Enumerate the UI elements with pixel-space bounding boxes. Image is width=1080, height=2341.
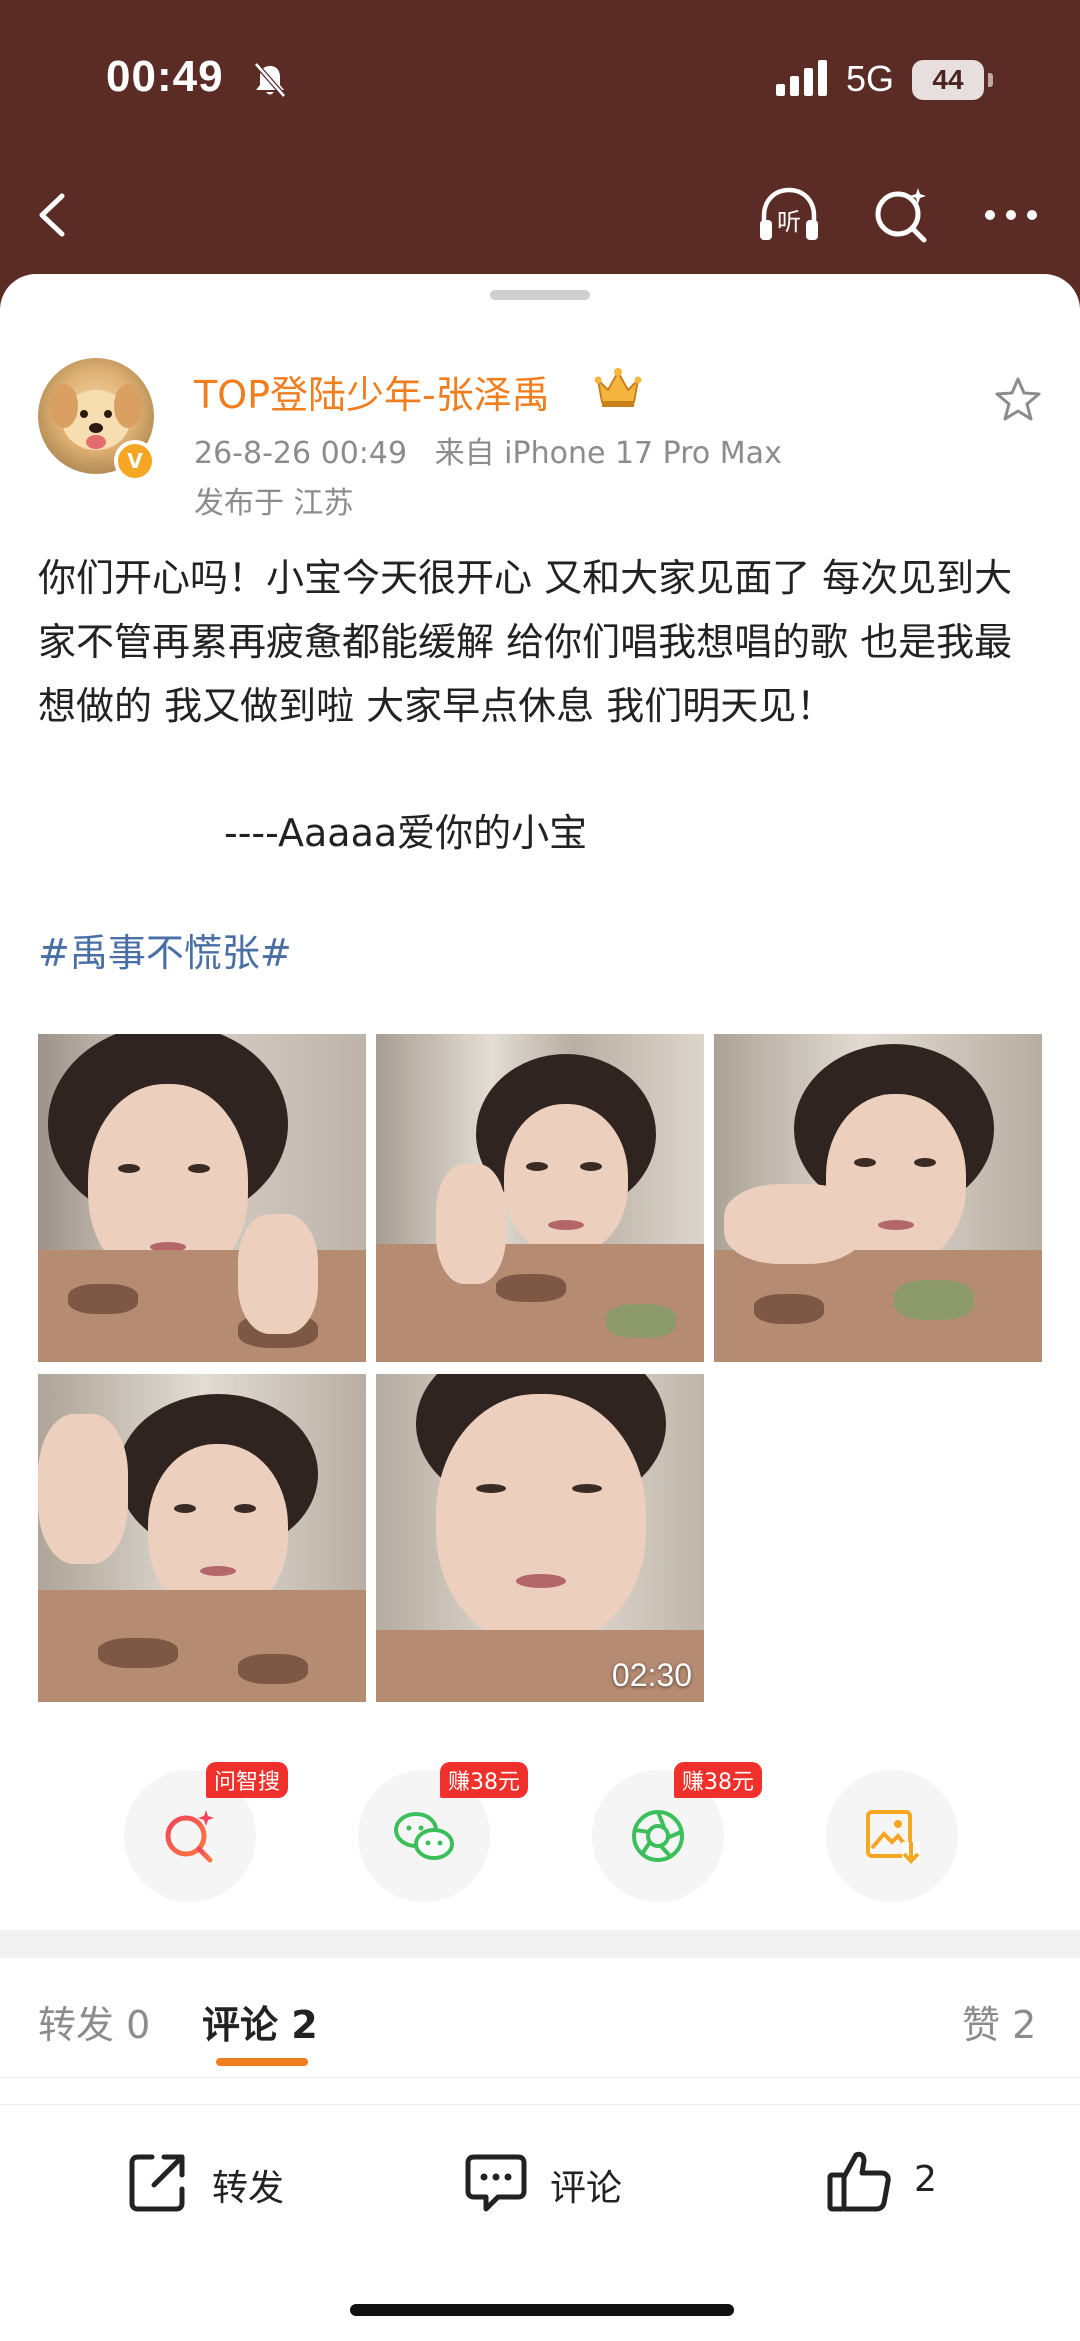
listen-icon[interactable]: 听 [754,180,824,250]
post-detail-card: V TOP登陆少年-张泽禹 26-8-26 00:49 来自 iPhone 17… [0,274,1080,2341]
network-label: 5G [846,58,895,99]
photo-1[interactable] [38,1034,366,1362]
tab-comment[interactable]: 评论 2 [202,1994,318,2049]
photo-4[interactable] [38,1374,366,1702]
nav-bar: 听 [0,160,1080,270]
save-image-icon [866,1810,920,1864]
post-source: 来自 iPhone 17 Pro Max [434,436,782,471]
video-duration: 02:30 [611,1657,692,1693]
repost-button[interactable]: 转发 [122,2145,322,2217]
signal-icon [776,60,827,96]
ai-search-icon [165,1810,214,1863]
comment-label: 评论 [550,2168,623,2209]
tab-like[interactable]: 赞 2 [962,1994,1036,2049]
back-icon[interactable] [20,180,90,250]
comment-bubble-icon [465,2154,527,2212]
share-badge: 问智搜 [206,1762,289,1798]
thumbs-up-icon [827,2151,891,2212]
wechat-share-button[interactable]: 赚38元 [358,1762,528,1902]
hashtag-link[interactable]: #禹事不慌张# [38,922,292,977]
like-button[interactable]: 2 [824,2145,964,2217]
photo-3[interactable] [714,1034,1042,1362]
share-badge: 赚38元 [674,1762,762,1798]
moments-icon [632,1810,684,1862]
more-icon[interactable] [976,180,1046,250]
post-meta: 26-8-26 00:49 来自 iPhone 17 Pro Max [194,428,800,472]
section-divider [0,1930,1080,1958]
battery-icon: 44 [912,60,993,100]
like-count: 2 [914,2159,937,2200]
post-signature: ----Aaaaa爱你的小宝 [224,811,588,855]
bell-muted-icon [254,62,286,98]
ai-search-share-button[interactable]: 问智搜 [124,1762,289,1902]
verified-badge-icon: V [114,440,156,482]
post-timestamp: 26-8-26 00:49 [194,436,408,471]
listen-label: 听 [777,208,801,236]
post-text: 你们开心吗！小宝今天很开心 又和大家见面了 每次见到大家不管再累再疲惫都能缓解 … [38,556,1013,728]
moments-share-button[interactable]: 赚38元 [592,1762,762,1902]
share-actions: 问智搜 赚38元 赚38元 [0,1762,1080,1910]
drag-handle[interactable] [490,290,590,300]
video-thumbnail[interactable]: 02:30 [376,1374,704,1702]
battery-level: 44 [912,60,984,100]
post-location: 发布于 江苏 [194,486,354,521]
comment-button[interactable]: 评论 [460,2145,660,2217]
save-image-button[interactable] [826,1770,958,1902]
tab-repost[interactable]: 转发 0 [38,1994,150,2049]
share-badge: 赚38元 [440,1762,528,1798]
interaction-tabs: 转发 0 评论 2 赞 2 [0,1958,1080,2078]
star-icon[interactable] [992,374,1044,426]
username[interactable]: TOP登陆少年-张泽禹 [194,364,550,419]
repost-label: 转发 [212,2168,285,2209]
photo-grid: 02:30 [38,1034,1042,1702]
ai-search-icon[interactable] [866,180,936,250]
share-arrow-icon [129,2154,185,2212]
bottom-action-bar: 转发 评论 2 [0,2104,1080,2254]
member-crown-icon[interactable] [592,364,644,410]
wechat-icon [394,1812,454,1860]
photo-2[interactable] [376,1034,704,1362]
status-time: 00:49 [106,52,224,101]
home-indicator[interactable] [350,2304,734,2316]
status-bar: 00:49 5G 44 [0,0,1080,150]
tab-active-indicator [216,2058,308,2066]
